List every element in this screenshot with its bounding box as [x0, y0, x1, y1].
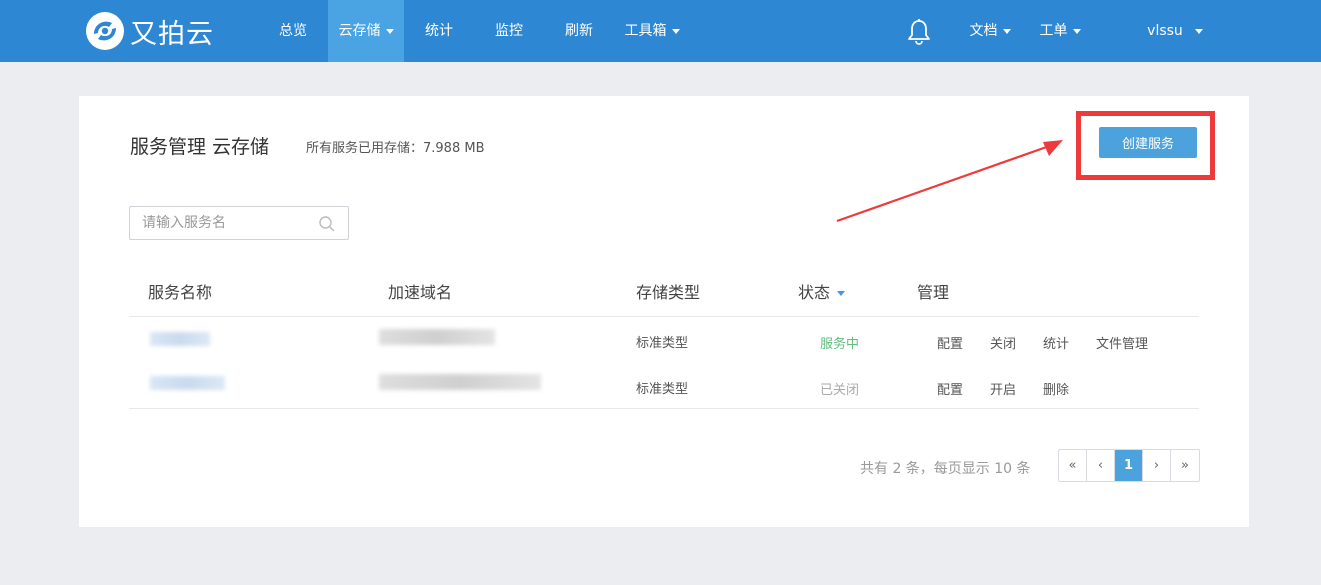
first-page-button[interactable]: «	[1059, 450, 1087, 481]
chevron-down-icon	[1194, 28, 1203, 34]
prev-page-button[interactable]: ‹	[1087, 450, 1115, 481]
nav-item-label: 工具箱	[624, 23, 667, 39]
delete-service-link[interactable]: 删除	[1043, 379, 1069, 398]
page-title: 服务管理 云存储	[130, 136, 270, 158]
status-badge: 服务中	[820, 337, 860, 352]
top-navbar: 又拍云 总览 云存储 统计 监控 刷新 工具箱 文档 工单 vlssu	[0, 0, 1321, 62]
column-header-storage-type: 存储类型	[636, 283, 701, 302]
redacted-domain	[379, 374, 541, 390]
nav-item-label: 文档	[969, 23, 998, 39]
storage-type: 标准类型	[636, 336, 689, 351]
user-menu[interactable]: vlssu	[1140, 0, 1210, 62]
nav-item-statistics[interactable]: 统计	[408, 0, 470, 62]
logo-icon	[86, 12, 124, 50]
next-page-button[interactable]: ›	[1143, 450, 1171, 481]
table-divider	[129, 408, 1199, 409]
storage-type: 标准类型	[636, 382, 689, 397]
brand-name: 又拍云	[130, 18, 214, 50]
column-header-manage: 管理	[917, 283, 950, 302]
enable-service-link[interactable]: 开启	[990, 379, 1016, 398]
last-page-button[interactable]: »	[1171, 450, 1199, 481]
create-service-button[interactable]: 创建服务	[1099, 127, 1197, 158]
chevron-down-icon	[385, 28, 394, 34]
redacted-service-name[interactable]	[150, 332, 210, 346]
sort-caret-icon	[837, 291, 846, 296]
current-page-button[interactable]: 1	[1115, 450, 1143, 481]
nav-item-refresh[interactable]: 刷新	[548, 0, 610, 62]
configure-link[interactable]: 配置	[937, 379, 963, 398]
nav-item-overview[interactable]: 总览	[262, 0, 324, 62]
bell-icon[interactable]	[906, 18, 932, 46]
chevron-down-icon	[1002, 28, 1011, 34]
search-icon[interactable]	[318, 215, 336, 233]
pagination: « ‹ 1 › »	[1058, 449, 1200, 482]
service-management-card: 服务管理 云存储 所有服务已用存储：7.988 MB 创建服务 服务名称 加速域…	[79, 96, 1249, 527]
column-header-domain: 加速域名	[388, 283, 453, 302]
nav-item-label: 工单	[1039, 23, 1068, 39]
table-divider	[129, 316, 1199, 317]
annotation-arrow	[836, 140, 1063, 223]
search-input[interactable]	[130, 207, 310, 239]
brand-logo[interactable]: 又拍云	[84, 10, 214, 52]
username: vlssu	[1147, 23, 1183, 39]
pagination-summary: 共有 2 条，每页显示 10 条	[860, 461, 1031, 477]
configure-link[interactable]: 配置	[937, 333, 963, 352]
status-badge: 已关闭	[820, 383, 860, 398]
column-header-service-name: 服务名称	[148, 283, 213, 302]
close-service-link[interactable]: 关闭	[990, 333, 1016, 352]
search-box	[129, 206, 349, 240]
file-manage-link[interactable]: 文件管理	[1096, 333, 1148, 352]
column-header-label: 状态	[798, 283, 831, 302]
nav-item-docs[interactable]: 文档	[960, 0, 1020, 62]
storage-summary: 所有服务已用存储：7.988 MB	[306, 141, 485, 156]
nav-item-monitor[interactable]: 监控	[478, 0, 540, 62]
nav-item-label: 云存储	[338, 23, 381, 39]
column-header-status[interactable]: 状态	[798, 279, 846, 303]
redacted-service-name[interactable]	[150, 376, 225, 390]
redacted-domain	[379, 329, 495, 345]
chevron-down-icon	[1072, 28, 1081, 34]
nav-item-tickets[interactable]: 工单	[1030, 0, 1090, 62]
nav-item-toolbox[interactable]: 工具箱	[614, 0, 690, 62]
nav-item-cloud-storage[interactable]: 云存储	[328, 0, 404, 62]
chevron-down-icon	[671, 28, 680, 34]
statistics-link[interactable]: 统计	[1043, 333, 1069, 352]
